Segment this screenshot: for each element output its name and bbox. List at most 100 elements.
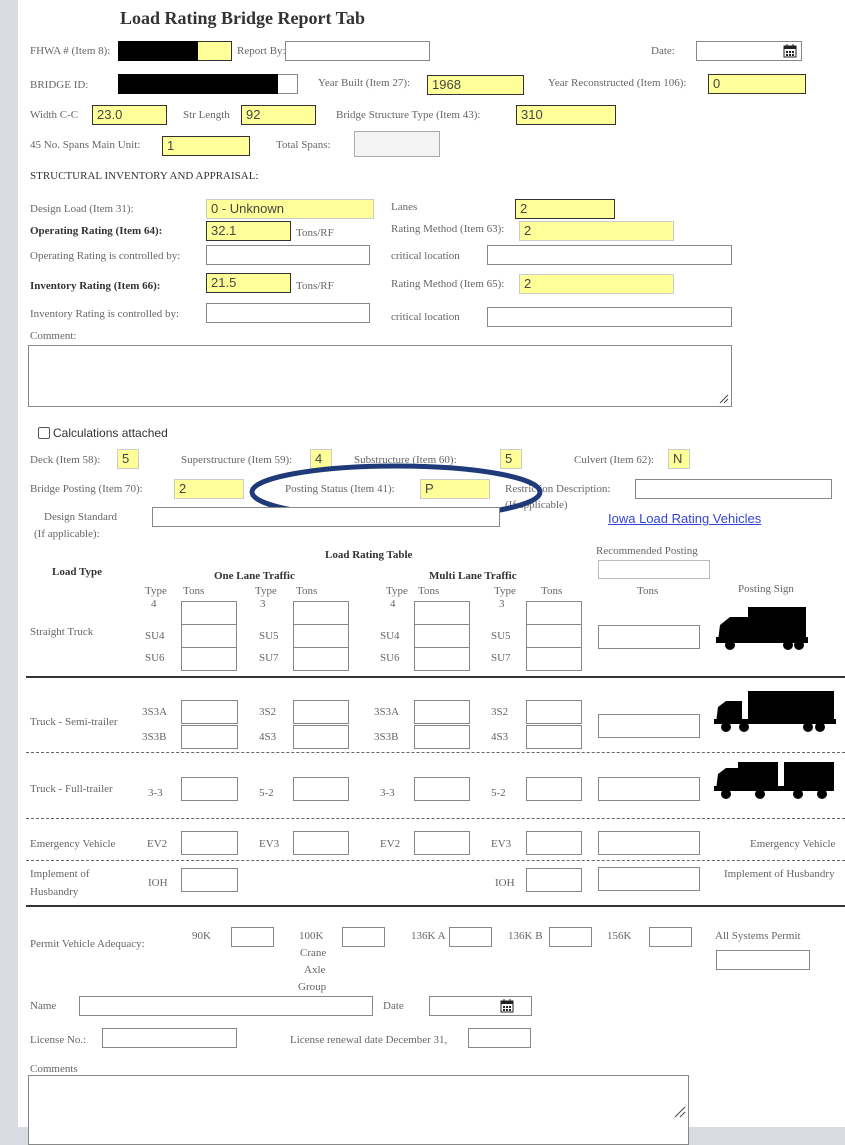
impl-multi-ioh[interactable] <box>526 868 582 892</box>
em-recommended[interactable] <box>598 831 700 855</box>
inventory-field[interactable]: 21.5 <box>206 273 291 293</box>
all-systems-field[interactable] <box>716 950 810 970</box>
em-multi-ev3[interactable] <box>526 831 582 855</box>
semi-multi-3s3b[interactable] <box>414 725 470 749</box>
table-title: Load Rating Table <box>325 549 413 561</box>
calc-attached-label: Calculations attached <box>53 426 168 440</box>
col-type-1: Type <box>145 585 167 597</box>
design-standard-field[interactable] <box>152 507 500 527</box>
semi-recommended[interactable] <box>598 714 700 738</box>
full-recommended[interactable] <box>598 777 700 801</box>
ev3-label: EV3 <box>259 838 280 850</box>
st-multi-t4-tons[interactable] <box>414 601 470 625</box>
operating-controlled-field[interactable] <box>206 245 370 265</box>
st-one-su6[interactable] <box>181 647 237 671</box>
semi-one-4s3[interactable] <box>293 725 349 749</box>
deck-label: Deck (Item 58): <box>30 454 101 466</box>
resize-handle-icon[interactable] <box>719 394 729 404</box>
fhwa-field[interactable] <box>198 41 232 61</box>
semi-multi-4s3[interactable] <box>526 725 582 749</box>
col-type-3: Type <box>386 585 408 597</box>
4s3-multi-label: 4S3 <box>491 731 509 743</box>
p90-field[interactable] <box>231 927 274 947</box>
design-load-field[interactable]: 0 - Unknown <box>206 199 374 219</box>
calendar-icon[interactable] <box>783 44 797 58</box>
resize-handle-icon[interactable] <box>674 1106 686 1118</box>
st-one-su7[interactable] <box>293 647 349 671</box>
calc-attached-checkbox[interactable] <box>38 427 50 439</box>
st-multi-su5[interactable] <box>526 624 582 648</box>
license-field[interactable] <box>102 1028 237 1048</box>
semi-multi-3s3a[interactable] <box>414 700 470 724</box>
comments-textarea[interactable] <box>28 1075 689 1145</box>
st-one-su5[interactable] <box>293 624 349 648</box>
str-length-field[interactable]: 92 <box>241 105 316 125</box>
rating-method-65-field[interactable]: 2 <box>519 274 674 294</box>
st-multi-t3-tons[interactable] <box>526 601 582 625</box>
deck-field[interactable]: 5 <box>117 449 139 469</box>
em-one-ev2[interactable] <box>181 831 238 855</box>
operating-field[interactable]: 32.1 <box>206 221 291 241</box>
full-multi-5-2[interactable] <box>526 777 582 801</box>
impl-recommended[interactable] <box>598 867 700 891</box>
em-multi-ev2[interactable] <box>414 831 470 855</box>
semi-one-3s3b[interactable] <box>181 725 238 749</box>
st-one-t4-tons[interactable] <box>181 601 237 625</box>
full-multi-3-3[interactable] <box>414 777 470 801</box>
p136b-field[interactable] <box>549 927 592 947</box>
p100-label-4: Group <box>298 981 327 993</box>
structure-type-field[interactable]: 310 <box>516 105 616 125</box>
semi-one-3s2[interactable] <box>293 700 349 724</box>
license-renewal-label: License renewal date December 31, <box>290 1034 448 1046</box>
total-spans-label: Total Spans: <box>276 139 331 151</box>
lanes-field[interactable]: 2 <box>515 199 615 219</box>
rating-method-63-field[interactable]: 2 <box>519 221 674 241</box>
p156-field[interactable] <box>649 927 692 947</box>
posting-field[interactable]: 2 <box>174 479 244 499</box>
st-multi-su6[interactable] <box>414 647 470 671</box>
col-tons-3: Tons <box>418 585 440 597</box>
comment-textarea[interactable] <box>28 345 732 407</box>
restriction-field[interactable] <box>635 479 832 499</box>
operating-critical-field[interactable] <box>487 245 732 265</box>
iowa-load-rating-link[interactable]: Iowa Load Rating Vehicles <box>608 511 761 526</box>
license-renewal-field[interactable] <box>468 1028 531 1048</box>
st-recommended[interactable] <box>598 625 700 649</box>
semi-multi-3s2[interactable] <box>526 700 582 724</box>
year-recon-field[interactable]: 0 <box>708 74 806 94</box>
year-built-field[interactable]: 1968 <box>427 75 524 95</box>
spans-field[interactable]: 1 <box>162 136 250 156</box>
st-one-t3-tons[interactable] <box>293 601 349 625</box>
report-by-field[interactable] <box>285 41 430 61</box>
report-page: Load Rating Bridge Report Tab FHWA # (It… <box>18 0 845 1145</box>
date-field[interactable] <box>696 41 802 61</box>
date2-field[interactable] <box>429 996 532 1016</box>
full-one-5-2[interactable] <box>293 777 349 801</box>
full-one-3-3[interactable] <box>181 777 238 801</box>
report-by-label: Report By: <box>237 45 286 57</box>
recommended-posting-field[interactable] <box>598 560 710 579</box>
bridge-id-field[interactable] <box>278 74 298 94</box>
col-type-2: Type <box>255 585 277 597</box>
st-multi-su7[interactable] <box>526 647 582 671</box>
semi-one-3s3a[interactable] <box>181 700 238 724</box>
st-one-su4[interactable] <box>181 624 237 648</box>
p100-label-3: Axle <box>304 964 326 976</box>
st-multi-su4[interactable] <box>414 624 470 648</box>
width-field[interactable]: 23.0 <box>92 105 167 125</box>
impl-one-ioh[interactable] <box>181 868 238 892</box>
su7-multi-label: SU7 <box>491 652 511 664</box>
inventory-controlled-field[interactable] <box>206 303 370 323</box>
str-length-label: Str Length <box>183 109 230 121</box>
inventory-critical-field[interactable] <box>487 307 732 327</box>
col-tons-5: Tons <box>637 585 659 597</box>
em-one-ev3[interactable] <box>293 831 349 855</box>
calendar-icon[interactable] <box>500 999 514 1013</box>
emergency-label: Emergency Vehicle <box>30 838 116 850</box>
su5-label: SU5 <box>259 630 279 642</box>
p136a-field[interactable] <box>449 927 492 947</box>
p100-field[interactable] <box>342 927 385 947</box>
name-field[interactable] <box>79 996 373 1016</box>
culvert-field[interactable]: N <box>668 449 690 469</box>
5-2-multi-label: 5-2 <box>491 787 506 799</box>
